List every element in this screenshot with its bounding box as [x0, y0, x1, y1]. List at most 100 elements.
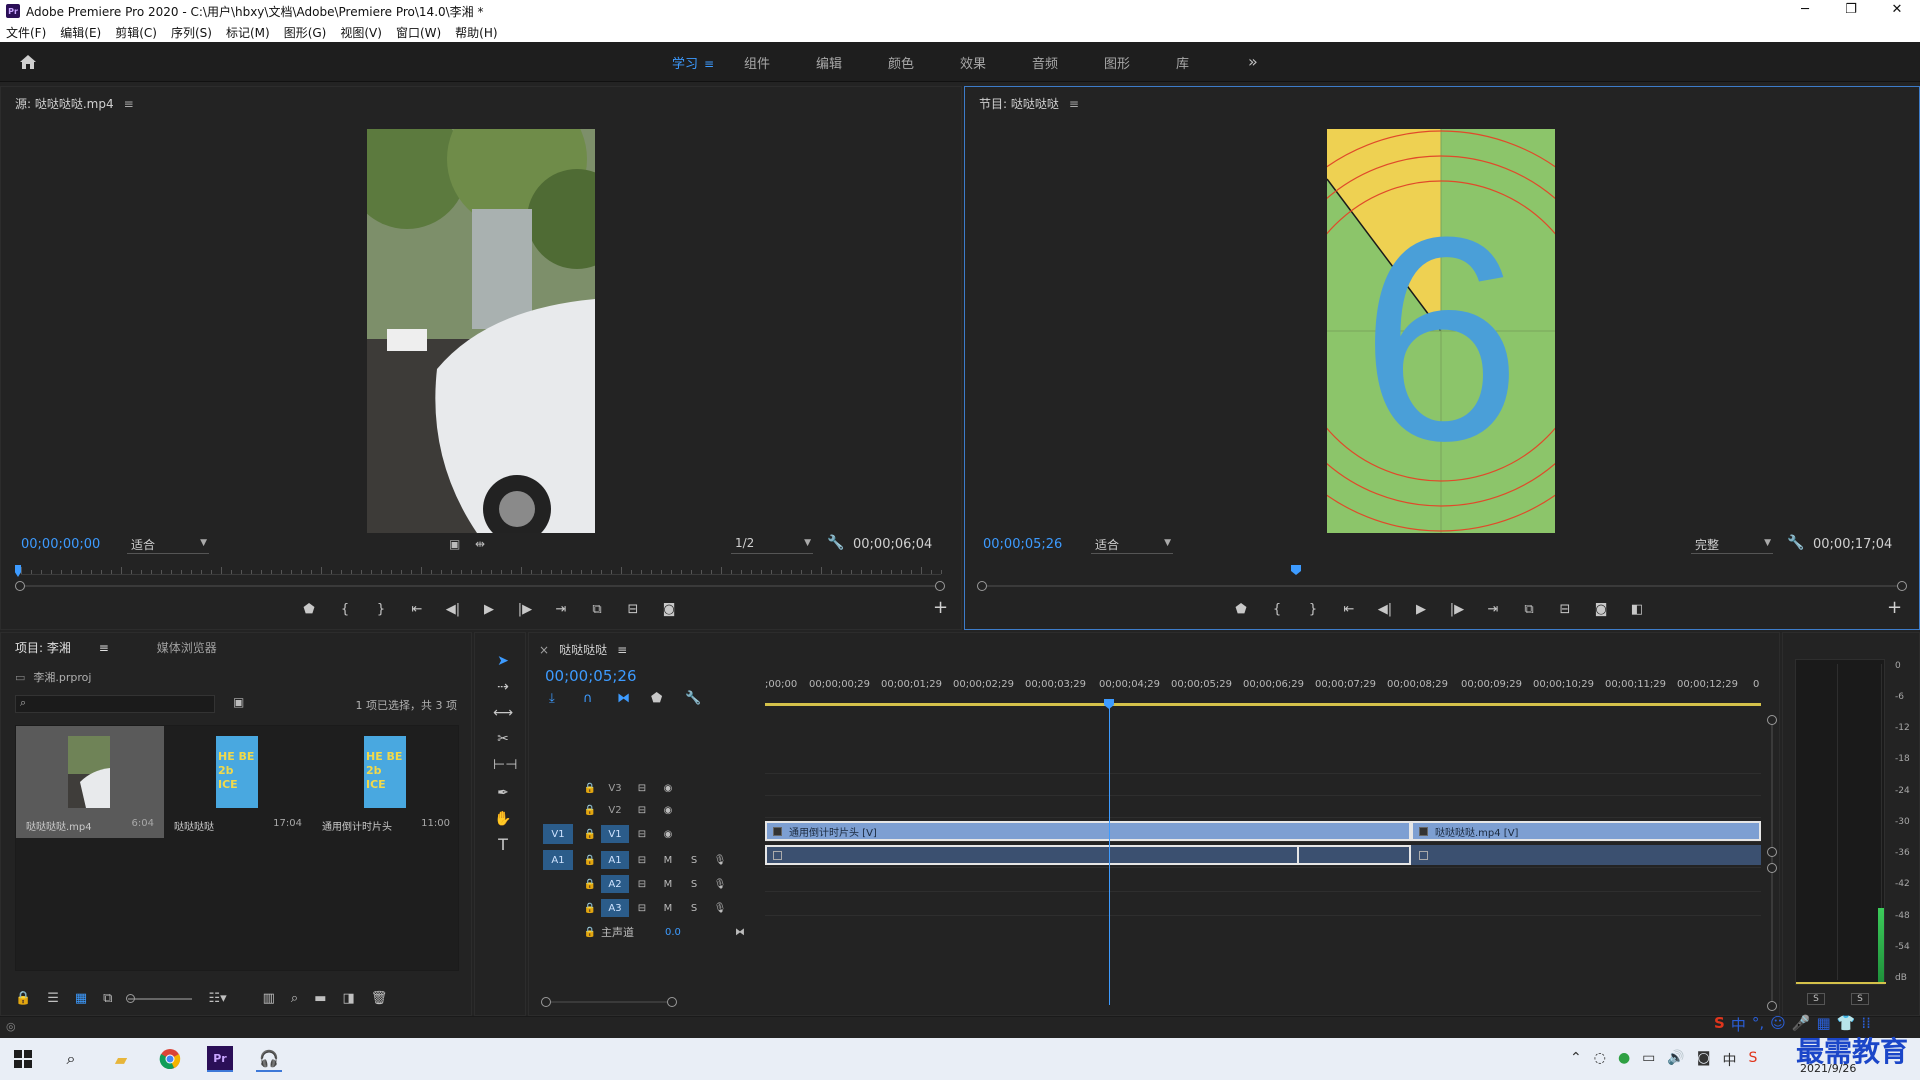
source-resolution-dropdown[interactable]: 1/2 ▼	[731, 536, 813, 554]
program-playhead[interactable]	[1291, 565, 1301, 575]
pen-tool-icon[interactable]: ✒	[493, 783, 513, 803]
source-patch-a1[interactable]: A1	[543, 850, 573, 870]
add-marker-icon[interactable]: ⬟	[1223, 602, 1259, 617]
workspace-tab-assembly[interactable]: 组件	[744, 53, 816, 72]
workspace-tab-audio[interactable]: 音频	[1032, 53, 1104, 72]
hand-tool-icon[interactable]: ✋	[493, 809, 513, 829]
source-playhead-timecode[interactable]: 00;00;00;00	[21, 537, 100, 552]
panel-menu-icon[interactable]: ≡	[1069, 97, 1079, 111]
source-playhead[interactable]	[15, 565, 21, 577]
sync-lock-icon[interactable]: ⊟	[629, 783, 655, 794]
panel-menu-icon[interactable]: ≡	[124, 97, 134, 111]
project-item-sequence[interactable]: HE BE 2b ICE 哒哒哒哒 17:04	[164, 726, 312, 838]
work-area-bar[interactable]	[765, 703, 1761, 706]
find-icon[interactable]: ⌕	[291, 991, 298, 1006]
voiceover-mic-icon[interactable]: 🎙	[707, 903, 733, 914]
premiere-taskbar-icon[interactable]: Pr	[207, 1046, 233, 1072]
project-item-countdown[interactable]: HE BE 2b ICE 通用倒计时片头 11:00	[312, 726, 460, 838]
step-forward-icon[interactable]: |▶	[1439, 602, 1475, 617]
go-to-end-icon[interactable]: ⧓	[735, 927, 745, 938]
chrome-icon[interactable]	[157, 1046, 183, 1072]
solo-left-button[interactable]: S	[1807, 993, 1825, 1005]
ripple-edit-tool-icon[interactable]: ⟷	[493, 703, 513, 723]
lock-icon[interactable]: 🔒	[579, 805, 601, 816]
eye-icon[interactable]: ◉	[655, 829, 681, 840]
button-editor-plus-icon[interactable]: +	[933, 597, 948, 618]
scrollbar-right-handle[interactable]	[667, 997, 677, 1007]
timeline-clip-video[interactable]: 哒哒哒哒.mp4 [V]	[1411, 821, 1761, 841]
automate-to-sequence-icon[interactable]: ▥	[263, 991, 275, 1006]
timeline-playhead-timecode[interactable]: 00;00;05;26	[545, 667, 637, 685]
sync-lock-icon[interactable]: ⊟	[629, 805, 655, 816]
add-marker-icon[interactable]: ⬟	[291, 602, 327, 617]
scrollbar-bottom-handle[interactable]	[1767, 1001, 1777, 1011]
track-target-a1[interactable]: A1	[601, 851, 629, 869]
menu-help[interactable]: 帮助(H)	[455, 24, 497, 41]
voiceover-mic-icon[interactable]: 🎙	[707, 879, 733, 890]
mute-button[interactable]: M	[655, 879, 681, 890]
voiceover-mic-icon[interactable]: 🎙	[707, 855, 733, 866]
source-patch-empty[interactable]	[543, 800, 573, 820]
mark-in-icon[interactable]: {	[1259, 602, 1295, 617]
panel-menu-icon[interactable]: ≡	[99, 641, 109, 655]
new-bin-icon[interactable]: ▬	[314, 991, 326, 1006]
settings-wrench-icon[interactable]: 🔧	[827, 535, 844, 551]
step-back-icon[interactable]: ◀|	[1367, 602, 1403, 617]
freeform-view-icon[interactable]: ⧉	[103, 991, 112, 1006]
extract-icon[interactable]: ⊟	[1547, 602, 1583, 617]
scrollbar-left-handle[interactable]	[15, 581, 25, 591]
play-icon[interactable]: ▶	[471, 602, 507, 617]
source-patch-empty[interactable]	[543, 778, 573, 798]
go-to-out-icon[interactable]: ⇥	[543, 602, 579, 617]
lock-icon[interactable]: 🔒	[579, 829, 601, 840]
menu-view[interactable]: 视图(V)	[340, 24, 382, 41]
volume-icon[interactable]: 🔊	[1667, 1050, 1684, 1070]
overwrite-icon[interactable]: ⊟	[615, 602, 651, 617]
drag-video-only-icon[interactable]: ▣	[449, 537, 460, 551]
scrollbar-mid-handle[interactable]	[1767, 847, 1777, 857]
zoom-slider[interactable]	[126, 993, 193, 1003]
track-target-v2[interactable]: V2	[601, 801, 629, 819]
solo-button[interactable]: S	[681, 903, 707, 914]
mute-button[interactable]: M	[655, 855, 681, 866]
network-icon[interactable]: ▭	[1642, 1050, 1655, 1070]
workspace-menu-icon[interactable]: ≡	[704, 57, 714, 71]
track-target-v1[interactable]: V1	[601, 825, 629, 843]
search-icon[interactable]: ⌕	[58, 1046, 84, 1072]
notification-bell-icon[interactable]: ◌	[1594, 1050, 1606, 1070]
selection-tool-icon[interactable]: ➤	[493, 651, 513, 671]
sync-lock-icon[interactable]: ⊟	[629, 879, 655, 890]
razor-tool-icon[interactable]: ✂	[493, 729, 513, 749]
lock-icon[interactable]: 🔒	[579, 855, 601, 866]
track-target-v3[interactable]: V3	[601, 779, 629, 797]
source-patch-v1[interactable]: V1	[543, 824, 573, 844]
timeline-clip-video-audio[interactable]	[1411, 845, 1761, 865]
workspace-tab-libraries[interactable]: 库	[1176, 53, 1248, 72]
tab-media-browser[interactable]: 媒体浏览器	[157, 639, 217, 656]
windows-start-icon[interactable]	[10, 1046, 36, 1072]
source-fit-dropdown[interactable]: 适合 ▼	[127, 536, 209, 554]
go-to-in-icon[interactable]: ⇤	[399, 602, 435, 617]
menu-file[interactable]: 文件(F)	[6, 24, 46, 41]
program-zoom-scrollbar[interactable]	[977, 581, 1907, 591]
menu-edit[interactable]: 编辑(E)	[60, 24, 101, 41]
ime-punct-icon[interactable]: °,	[1752, 1014, 1764, 1035]
lock-icon[interactable]: 🔒	[579, 903, 601, 914]
close-tab-icon[interactable]: ×	[539, 643, 549, 657]
minimize-button[interactable]: ─	[1782, 0, 1828, 22]
type-tool-icon[interactable]: T	[493, 835, 513, 855]
nest-toggle-icon[interactable]: ⤓	[549, 691, 583, 706]
track-select-tool-icon[interactable]: ⇢	[493, 677, 513, 697]
ime-mode[interactable]: 中	[1731, 1014, 1746, 1035]
export-frame-icon[interactable]: ◙	[651, 602, 687, 617]
track-target-a2[interactable]: A2	[601, 875, 629, 893]
eye-icon[interactable]: ◉	[655, 805, 681, 816]
mark-out-icon[interactable]: }	[1295, 602, 1331, 617]
source-time-ruler[interactable]	[21, 563, 942, 575]
sync-lock-icon[interactable]: ⊟	[629, 855, 655, 866]
solo-button[interactable]: S	[681, 855, 707, 866]
sync-lock-icon[interactable]: ⊟	[629, 829, 655, 840]
home-icon[interactable]	[18, 52, 38, 72]
mute-button[interactable]: M	[655, 903, 681, 914]
drag-audio-only-icon[interactable]: ⇹	[475, 537, 485, 551]
